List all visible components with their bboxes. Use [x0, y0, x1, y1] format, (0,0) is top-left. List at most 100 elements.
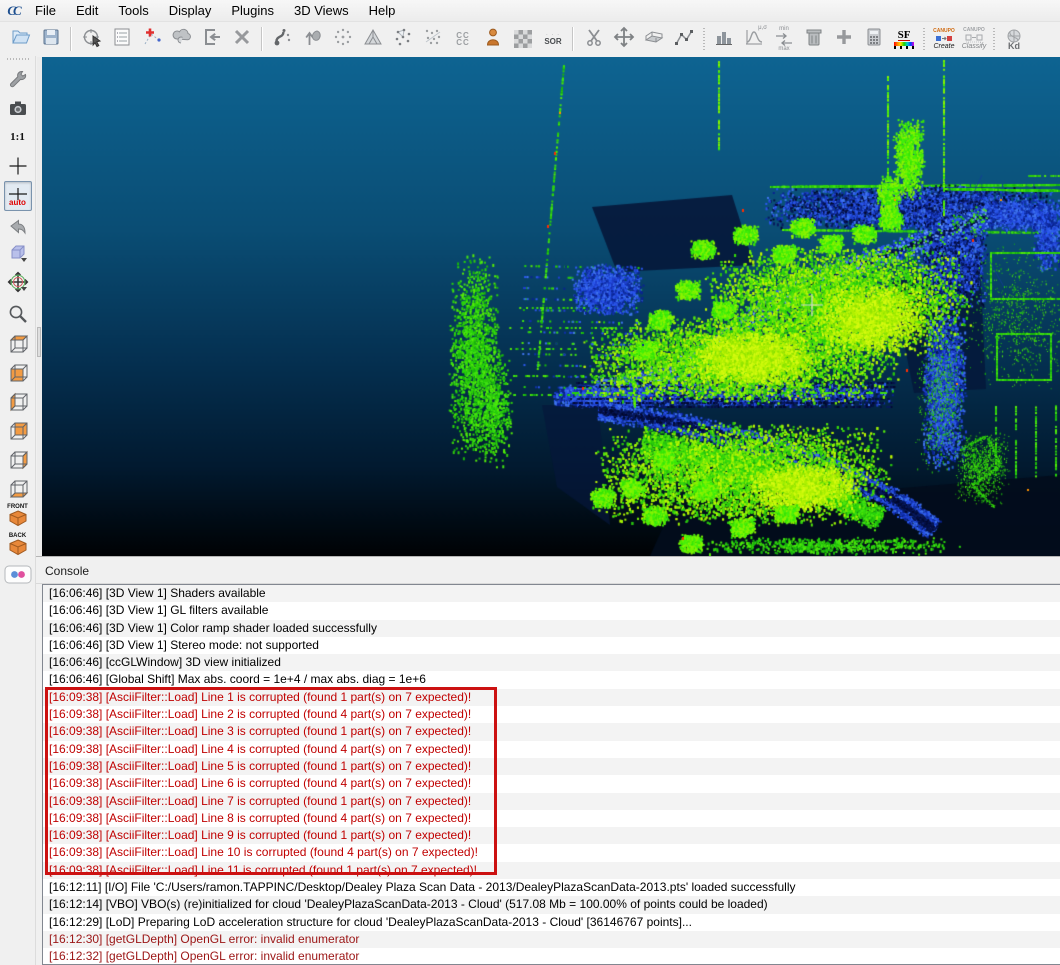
app-logo-icon: CC — [3, 2, 23, 20]
toolbar-button-delete[interactable] — [228, 25, 256, 53]
toolbar-button-canupo-classify[interactable]: CANUPOClassify — [960, 25, 988, 53]
toolbar-button-save[interactable] — [37, 25, 65, 53]
sidebar-button-view-front[interactable] — [4, 358, 32, 385]
console-row[interactable]: [16:09:38] [AsciiFilter::Load] Line 10 i… — [43, 844, 1060, 861]
toolbar-button-statistical-distribution[interactable]: μ,σ — [740, 25, 768, 53]
console-log-list[interactable]: [16:06:46] [3D View 1] Shaders available… — [42, 584, 1060, 965]
toolbar-button-sf-arithmetic[interactable] — [860, 25, 888, 53]
toolbar-button-translate-rotate[interactable] — [610, 25, 638, 53]
console-row[interactable]: [16:12:29] [LoD] Preparing LoD accelerat… — [43, 914, 1060, 931]
view-back-icon — [7, 419, 29, 441]
point-list-picking-icon — [141, 26, 163, 53]
sidebar-button-screenshot[interactable] — [4, 94, 32, 121]
sidebar-button-view-left[interactable] — [4, 387, 32, 414]
toolbar-button-point-list-picking[interactable] — [138, 25, 166, 53]
console-row[interactable]: [16:09:38] [AsciiFilter::Load] Line 7 is… — [43, 793, 1060, 810]
toolbar-button-subsample[interactable] — [269, 25, 297, 53]
menu-item-plugins[interactable]: Plugins — [221, 0, 284, 22]
undo-viewport-icon — [7, 216, 29, 238]
open-icon — [10, 26, 32, 53]
sidebar-button-zoom[interactable] — [4, 300, 32, 327]
toolbar-button-density[interactable] — [299, 25, 327, 53]
toolbar-button-mesh[interactable] — [359, 25, 387, 53]
menu-item-help[interactable]: Help — [359, 0, 406, 22]
sidebar-button-zoom-1-1[interactable]: 1:1 — [4, 123, 32, 150]
toolbar-drag-handle[interactable] — [921, 28, 927, 50]
sidebar-button-view-back[interactable] — [4, 416, 32, 443]
toolbar-button-trace-polyline[interactable] — [670, 25, 698, 53]
toolbar-button-point-picking[interactable] — [78, 25, 106, 53]
console-row[interactable]: [16:12:11] [I/O] File 'C:/Users/ramon.TA… — [43, 879, 1060, 896]
toolbar-button-add-sf[interactable] — [830, 25, 858, 53]
translate-rotate-icon — [613, 26, 635, 53]
console-row[interactable]: [16:06:46] [ccGLWindow] 3D view initiali… — [43, 654, 1060, 671]
toolbar-button-sf-min-max[interactable]: minmax — [770, 25, 798, 53]
statistical-test-icon — [482, 26, 504, 53]
toolbar-button-cross-section[interactable] — [640, 25, 668, 53]
toolbar-button-canupo-create[interactable]: CANUPOCreate — [930, 25, 958, 53]
toolbar-button-segment[interactable] — [580, 25, 608, 53]
sidebar-button-bubble-view[interactable] — [4, 242, 32, 269]
menu-item-display[interactable]: Display — [159, 0, 222, 22]
toolbar-drag-handle[interactable] — [7, 58, 29, 63]
sf-max-label: max — [778, 46, 789, 52]
menu-item-edit[interactable]: Edit — [66, 0, 108, 22]
console-row[interactable]: [16:09:38] [AsciiFilter::Load] Line 3 is… — [43, 723, 1060, 740]
toolbar-button-cloud-cloud-distance[interactable]: CCCC — [449, 25, 477, 53]
menu-item-3d-views[interactable]: 3D Views — [284, 0, 359, 22]
sidebar-button-view-right[interactable] — [4, 445, 32, 472]
console-row[interactable]: [16:06:46] [3D View 1] Color ramp shader… — [43, 620, 1060, 637]
3d-viewport[interactable] — [42, 57, 1060, 556]
console-row[interactable]: [16:12:14] [VBO] VBO(s) (re)initialized … — [43, 896, 1060, 913]
toolbar-button-open[interactable] — [7, 25, 35, 53]
toolbar-drag-handle[interactable] — [991, 28, 997, 50]
toolbar-button-apply-transformation[interactable] — [198, 25, 226, 53]
menu-item-tools[interactable]: Tools — [108, 0, 158, 22]
console-row[interactable]: [16:06:46] [Global Shift] Max abs. coord… — [43, 671, 1060, 688]
kd-tree-label: Kd — [1008, 43, 1020, 49]
menu-item-file[interactable]: File — [25, 0, 66, 22]
point-cloud-canvas[interactable] — [42, 57, 1060, 556]
sidebar-button-auto-pick-center[interactable]: auto — [4, 181, 32, 211]
toolbar-button-octree[interactable] — [329, 25, 357, 53]
toolbar-drag-handle[interactable] — [701, 28, 707, 50]
console-row[interactable]: [16:09:38] [AsciiFilter::Load] Line 6 is… — [43, 775, 1060, 792]
toolbar-button-smooth[interactable] — [419, 25, 447, 53]
console-row[interactable]: [16:09:38] [AsciiFilter::Load] Line 4 is… — [43, 741, 1060, 758]
sidebar-button-config-tools[interactable] — [4, 65, 32, 92]
toolbar-button-histogram[interactable] — [710, 25, 738, 53]
toolbar-button-properties[interactable] — [108, 25, 136, 53]
console-title: Console — [36, 557, 1060, 584]
toolbar-button-sf-color-scale[interactable]: SF — [890, 25, 918, 53]
console-row[interactable]: [16:06:46] [3D View 1] GL filters availa… — [43, 602, 1060, 619]
sidebar-button-undo-viewport[interactable] — [4, 213, 32, 240]
console-row[interactable]: [16:06:46] [3D View 1] Shaders available — [43, 585, 1060, 602]
sidebar-button-iso-view-back[interactable]: BACK — [4, 532, 32, 559]
console-row[interactable]: [16:12:32] [getGLDepth] OpenGL error: in… — [43, 948, 1060, 965]
sidebar-button-stereo-mode[interactable] — [4, 561, 32, 588]
console-row[interactable]: [16:09:38] [AsciiFilter::Load] Line 8 is… — [43, 810, 1060, 827]
console-row[interactable]: [16:09:38] [AsciiFilter::Load] Line 11 i… — [43, 862, 1060, 879]
toolbar-button-kd-tree[interactable]: Kd — [1000, 25, 1028, 53]
toolbar-button-chessboard-filter[interactable] — [509, 25, 537, 53]
toolbar-button-sor-filter[interactable]: · · ·SOR — [539, 25, 567, 53]
console-row[interactable]: [16:09:38] [AsciiFilter::Load] Line 2 is… — [43, 706, 1060, 723]
console-row[interactable]: [16:06:46] [3D View 1] Stereo mode: not … — [43, 637, 1060, 654]
toolbar-button-statistical-test[interactable] — [479, 25, 507, 53]
sidebar-button-view-bottom[interactable] — [4, 474, 32, 501]
console-row[interactable]: [16:09:38] [AsciiFilter::Load] Line 1 is… — [43, 689, 1060, 706]
histogram-icon — [713, 26, 735, 53]
sidebar-button-pivot-visibility[interactable] — [4, 271, 32, 298]
toolbar-button-sample-points[interactable] — [389, 25, 417, 53]
sidebar-button-zoom-fit[interactable] — [4, 152, 32, 179]
sidebar-button-view-top[interactable] — [4, 329, 32, 356]
sidebar-button-iso-view-front[interactable]: FRONT — [4, 503, 32, 530]
console-row[interactable]: [16:09:38] [AsciiFilter::Load] Line 5 is… — [43, 758, 1060, 775]
toolbar-button-clone[interactable] — [168, 25, 196, 53]
console-row[interactable]: [16:09:38] [AsciiFilter::Load] Line 9 is… — [43, 827, 1060, 844]
splitter-grip[interactable] — [37, 327, 41, 357]
toolbar-button-delete-sf[interactable] — [800, 25, 828, 53]
console-panel: Console [16:06:46] [3D View 1] Shaders a… — [36, 556, 1060, 965]
zoom-1-1-label: 1:1 — [10, 131, 25, 143]
console-row[interactable]: [16:12:30] [getGLDepth] OpenGL error: in… — [43, 931, 1060, 948]
